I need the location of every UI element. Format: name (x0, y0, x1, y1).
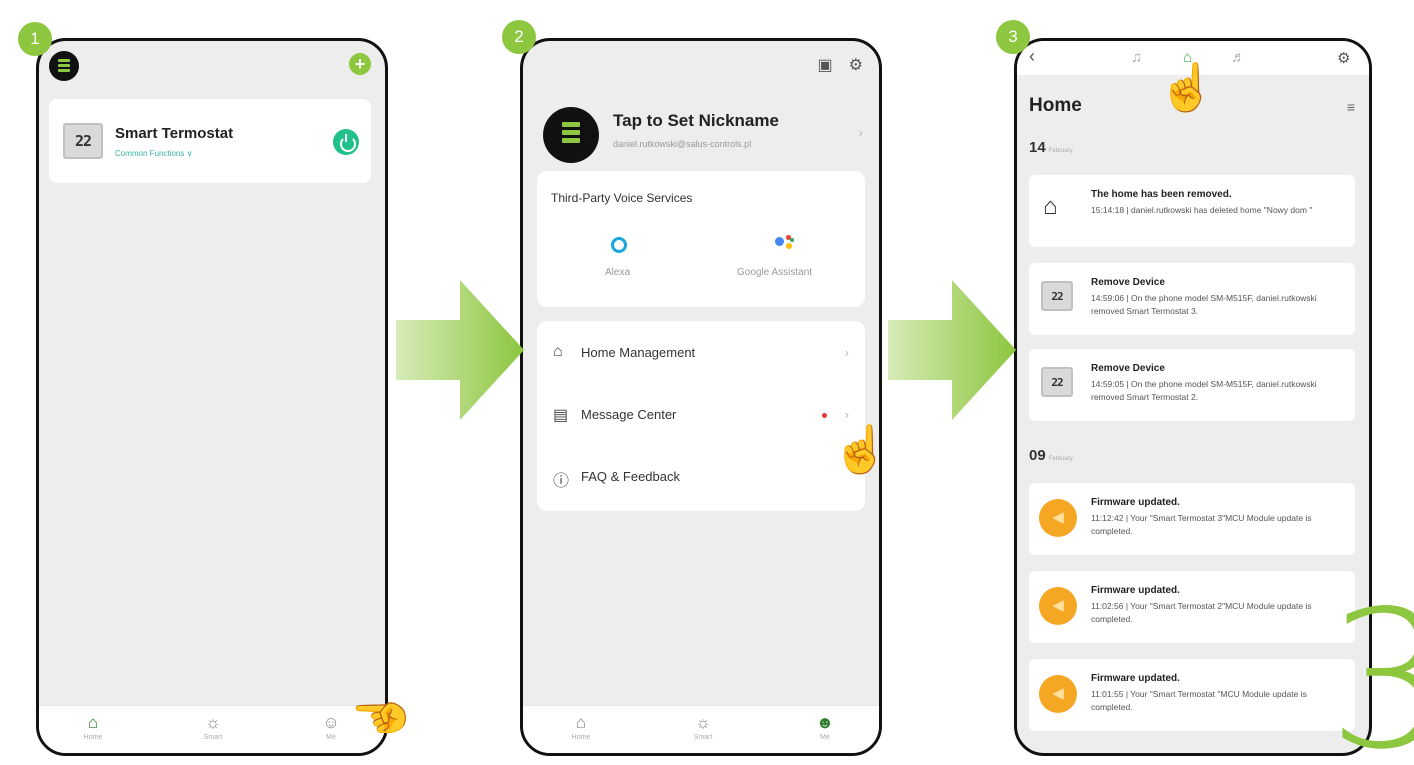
salus-logo-icon (49, 51, 79, 81)
tab-smart[interactable]: ☼ Smart (663, 712, 743, 741)
menu-item-label: Message Center (581, 407, 677, 422)
tab-label: Me (820, 734, 830, 741)
pointer-hand-icon: ☝ (354, 688, 407, 746)
thermostat-icon: 22 (63, 123, 103, 159)
pointer-hand-icon: ☝ (832, 423, 890, 475)
google-assistant-label[interactable]: Google Assistant (737, 267, 812, 278)
help-icon: ⓘ (553, 473, 570, 490)
thermostat-icon: 22 (1041, 367, 1073, 397)
message-title: The home has been removed. (1091, 189, 1232, 200)
tab-label: Home (83, 734, 103, 741)
step-badge-2: 2 (502, 20, 536, 54)
menu-item-label: FAQ & Feedback (581, 469, 680, 484)
message-text: 14:59:06 | On the phone model SM-M515F, … (1091, 293, 1317, 316)
nickname-label[interactable]: Tap to Set Nickname (613, 111, 779, 131)
alexa-label[interactable]: Alexa (605, 267, 630, 278)
bottom-tab-bar: ⌂ Home ☼ Smart ☻ Me (523, 705, 879, 753)
user-icon: ☻ (816, 713, 834, 732)
common-functions-link[interactable]: Common Functions ∨ (115, 149, 192, 158)
message-text: 11:01:55 | Your "Smart Termostat "MCU Mo… (1091, 689, 1307, 712)
google-assistant-icon[interactable] (775, 235, 795, 251)
avatar[interactable] (543, 107, 599, 163)
speaker-icon[interactable]: ♬ (1231, 49, 1246, 66)
message-text: 15:14:18 | daniel.rutkowski has deleted … (1091, 205, 1313, 215)
chevron-right-icon: › (858, 125, 863, 140)
top-icons: ▣ ⚙ (818, 55, 863, 75)
chevron-right-icon: › (844, 345, 849, 360)
add-device-button[interactable]: + (349, 53, 371, 75)
menu-item-faq-feedback[interactable]: ⓘ FAQ & Feedback (537, 447, 865, 507)
message-title: Firmware updated. (1091, 585, 1180, 596)
message-item[interactable]: ◀ Firmware updated. 11:01:55 | Your "Sma… (1029, 659, 1355, 731)
instruction-graphic: 1 2 3 + 22 Smart Termostat Common Functi… (0, 0, 1414, 765)
message-text: 14:59:05 | On the phone model SM-M515F, … (1091, 379, 1317, 402)
phone-screen-home: + 22 Smart Termostat Common Functions ∨ … (36, 38, 388, 756)
voice-services-title: Third-Party Voice Services (551, 191, 693, 205)
tab-home[interactable]: ⌂ Home (53, 712, 133, 741)
sun-icon: ☼ (695, 713, 711, 732)
date-header: 09 February (1029, 447, 1073, 464)
firmware-speaker-icon: ◀ (1039, 499, 1077, 537)
date-header: 14 February (1029, 139, 1073, 156)
back-icon[interactable]: ‹ (1029, 46, 1035, 67)
section-number: 3 (1328, 570, 1414, 765)
bell-icon[interactable]: ♫ (1131, 49, 1142, 66)
step-badge-3: 3 (996, 20, 1030, 54)
message-text: 11:12:42 | Your "Smart Termostat 3"MCU M… (1091, 513, 1312, 536)
settings-gear-icon[interactable]: ⚙ (1337, 49, 1350, 67)
message-item[interactable]: ⌂ The home has been removed. 15:14:18 | … (1029, 175, 1355, 247)
voice-services-card: Third-Party Voice Services Alexa Google … (537, 171, 865, 307)
tab-label: Smart (203, 734, 223, 741)
message-text: 11:02:56 | Your "Smart Termostat 2"MCU M… (1091, 601, 1312, 624)
filter-icon[interactable]: ≡ (1347, 99, 1355, 115)
scan-icon[interactable]: ▣ (818, 55, 833, 75)
unread-dot (822, 413, 827, 418)
message-item[interactable]: 22 Remove Device 14:59:06 | On the phone… (1029, 263, 1355, 335)
tab-me[interactable]: ☻ Me (785, 712, 865, 741)
settings-menu: ⌂ Home Management › ▤ Message Center › ⓘ… (537, 321, 865, 511)
message-title: Firmware updated. (1091, 497, 1180, 508)
menu-item-home-management[interactable]: ⌂ Home Management › (537, 323, 865, 383)
message-icon: ▤ (553, 407, 569, 424)
thermostat-icon: 22 (1041, 281, 1073, 311)
message-title: Remove Device (1091, 277, 1165, 288)
menu-item-label: Home Management (581, 345, 696, 360)
message-title: Firmware updated. (1091, 673, 1180, 684)
firmware-speaker-icon: ◀ (1039, 587, 1077, 625)
power-button[interactable] (333, 129, 359, 155)
device-name: Smart Termostat (115, 125, 234, 142)
firmware-speaker-icon: ◀ (1039, 675, 1077, 713)
settings-gear-icon[interactable]: ⚙ (849, 55, 863, 75)
tab-label: Home (571, 734, 591, 741)
account-email: daniel.rutkowski@salus-controls.pl (613, 139, 752, 149)
home-outline-icon: ⌂ (1043, 193, 1058, 220)
home-icon: ⌂ (87, 713, 99, 732)
sun-icon: ☼ (205, 713, 221, 732)
page-title: Home (1029, 95, 1082, 116)
phone-screen-messages: ‹ ♫ ⌂ ♬ ⚙ Home ≡ 14 February ⌂ The home h… (1014, 38, 1372, 756)
message-title: Remove Device (1091, 363, 1165, 374)
pointer-hand-icon: ☝ (1158, 61, 1216, 113)
menu-item-message-center[interactable]: ▤ Message Center › (537, 385, 865, 445)
chevron-right-icon: › (844, 407, 849, 422)
top-bar: + (39, 41, 385, 93)
alexa-icon[interactable] (611, 237, 627, 253)
arrow-right-icon (396, 280, 524, 420)
message-item[interactable]: ◀ Firmware updated. 11:12:42 | Your "Sma… (1029, 483, 1355, 555)
tab-smart[interactable]: ☼ Smart (173, 712, 253, 741)
tab-label: Smart (693, 734, 713, 741)
message-item[interactable]: 22 Remove Device 14:59:05 | On the phone… (1029, 349, 1355, 421)
bottom-tab-bar: ⌂ Home ☼ Smart ☺ Me (39, 705, 385, 753)
step-badge-1: 1 (18, 22, 52, 56)
home-outline-icon: ⌂ (553, 343, 563, 360)
device-card[interactable]: 22 Smart Termostat Common Functions ∨ (49, 99, 371, 183)
home-outline-icon: ⌂ (575, 713, 587, 732)
phone-screen-me: ▣ ⚙ Tap to Set Nickname daniel.rutkowski… (520, 38, 882, 756)
message-item[interactable]: ◀ Firmware updated. 11:02:56 | Your "Sma… (1029, 571, 1355, 643)
arrow-right-icon (888, 280, 1016, 420)
tab-home[interactable]: ⌂ Home (541, 712, 621, 741)
